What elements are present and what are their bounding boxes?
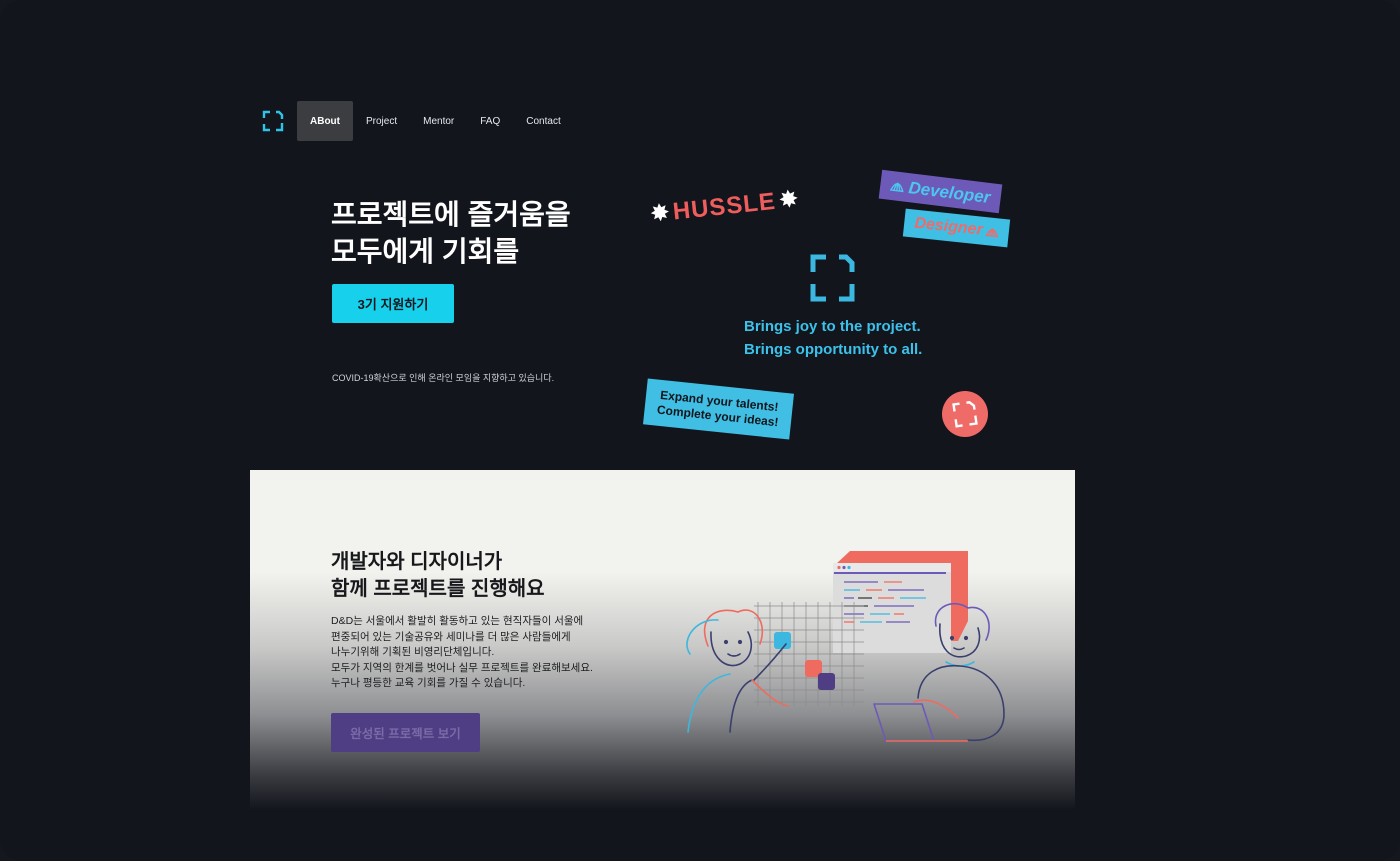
view-projects-button[interactable]: 완성된 프로젝트 보기: [331, 713, 480, 752]
dd-bracket-icon: [810, 254, 855, 302]
hero-title: 프로젝트에 즐거움을 모두에게 기회를: [331, 196, 621, 270]
about-desc-line: D&D는 서울에서 활발히 활동하고 있는 현직자들이 서울에: [331, 615, 584, 627]
about-desc-line: 나누기위해 기획된 비영리단체입니다.: [331, 646, 495, 658]
expand-sticker: Expand your talents! Complete your ideas…: [642, 378, 795, 440]
apply-button[interactable]: 3기 지원하기: [332, 284, 454, 323]
nav-item-faq[interactable]: FAQ: [467, 101, 513, 141]
dd-logo-icon[interactable]: [262, 110, 284, 132]
hussle-label: HUSSLE: [671, 187, 778, 226]
hussle-sticker: ✸ HUSSLE ✸: [649, 185, 801, 228]
tagline-line2: Brings opportunity to all.: [744, 341, 923, 358]
nav-item-project[interactable]: Project: [353, 101, 410, 141]
nav-item-mentor[interactable]: Mentor: [410, 101, 467, 141]
starburst-icon: ✸: [777, 185, 801, 215]
covid-note: COVID-19확산으로 인해 온라인 모임을 지향하고 있습니다.: [332, 373, 555, 383]
about-title: 개발자와 디자이너가 함께 프로젝트를 진행해요: [331, 549, 545, 603]
designer-label: Designer: [913, 214, 984, 239]
shell-icon: [985, 228, 999, 237]
tagline-line1: Brings joy to the project.: [744, 318, 921, 335]
round-logo-badge: [942, 391, 988, 437]
about-desc-line: 모두가 지역의 한계를 벗어나 실무 프로젝트를 완료해보세요.: [331, 661, 593, 674]
page-frame: ABout Project Mentor FAQ Contact 프로젝트에 즐…: [0, 0, 1400, 861]
developer-label: Developer: [907, 177, 992, 207]
developer-tag: Developer: [878, 169, 1003, 214]
designer-tag: Designer: [902, 208, 1011, 248]
top-nav: ABout Project Mentor FAQ Contact: [262, 101, 574, 141]
about-desc-line: 누구나 평등한 교육 기회를 가질 수 있습니다.: [331, 677, 526, 689]
starburst-icon: ✸: [648, 198, 672, 228]
hero-title-line1: 프로젝트에 즐거움을: [331, 199, 571, 230]
shell-icon: [890, 182, 905, 192]
about-title-line1: 개발자와 디자이너가: [331, 551, 503, 573]
tagline: Brings joy to the project. Brings opport…: [744, 315, 922, 361]
dd-bracket-icon: [952, 401, 978, 428]
nav-item-about[interactable]: ABout: [297, 101, 353, 141]
about-desc-line: 편중되어 있는 기술공유와 세미나를 더 많은 사람들에게: [331, 630, 571, 643]
about-title-line2: 함께 프로젝트를 진행해요: [331, 578, 545, 600]
collaboration-illustration: [686, 551, 1005, 742]
about-section: 개발자와 디자이너가 함께 프로젝트를 진행해요 D&D는 서울에서 활발히 활…: [250, 470, 1075, 810]
nav-item-contact[interactable]: Contact: [513, 101, 573, 141]
hero-title-line2: 모두에게 기회를: [331, 236, 520, 267]
about-description: D&D는 서울에서 활발히 활동하고 있는 현직자들이 서울에 편중되어 있는 …: [331, 614, 593, 692]
